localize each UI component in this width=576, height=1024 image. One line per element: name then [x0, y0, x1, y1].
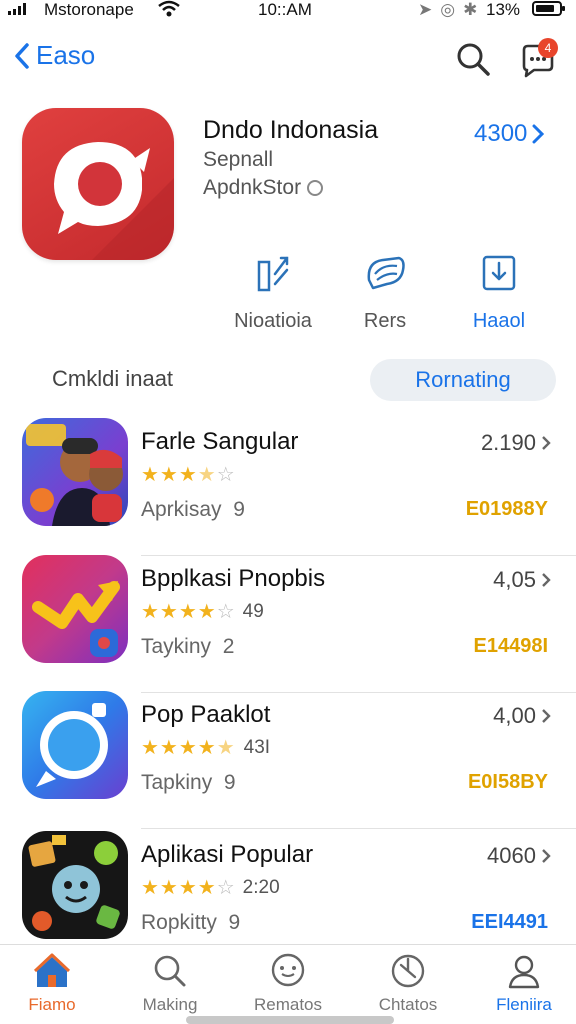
- search-button[interactable]: [454, 40, 492, 78]
- back-button[interactable]: Easo: [14, 40, 95, 71]
- chevron-right-icon: [542, 436, 551, 450]
- notification-badge: 4: [538, 38, 558, 58]
- person-icon: [508, 955, 540, 989]
- status-icons: ➤ ◎ ✱: [418, 0, 477, 20]
- app-count: 2.190: [481, 430, 552, 456]
- app-store-label: ApdnkStor: [203, 176, 324, 200]
- filter-pill[interactable]: Rornating: [370, 359, 556, 401]
- clock-time: 10::AM: [258, 0, 312, 19]
- carrier-name: Mstoronape: [44, 0, 134, 19]
- chevron-right-icon: [542, 709, 551, 723]
- search-icon: [154, 955, 186, 987]
- status-bar: Mstoronape 10::AM ➤ ◎ ✱ 13%: [0, 0, 576, 22]
- action-share[interactable]: Nioatioia: [218, 252, 328, 333]
- app-category: Tapkiny 9: [141, 771, 236, 794]
- list-item[interactable]: Bpplkasi Pnopbis ★★★★ ☆ 49 Taykiny 2 4,05 …: [0, 555, 576, 693]
- tab-label: Fiamo: [28, 995, 76, 1014]
- app-tag: E01988Y: [465, 498, 548, 520]
- app-count: 4,00: [493, 703, 552, 729]
- app-count: 4300: [474, 120, 528, 147]
- app-category: Aprkisay 9: [141, 498, 245, 521]
- app-name: Farle Sangular: [141, 428, 299, 455]
- app-title: Dndo Indonasia: [203, 116, 379, 144]
- search-icon: [457, 43, 490, 76]
- app-name: Aplikasi Popular: [141, 841, 314, 868]
- tab-label: Making: [142, 995, 198, 1014]
- action-row: Nioatioia Rers Haaol: [0, 252, 576, 342]
- info-icon[interactable]: [307, 180, 324, 196]
- app-category: Ropkitty 9: [141, 911, 241, 934]
- action-label: Nioatioia: [234, 310, 312, 332]
- app-thumbnail: [22, 418, 128, 526]
- section-title: Cmkldi inaat: [52, 366, 174, 391]
- tab-label: Fleniira: [496, 995, 552, 1014]
- chevron-right-icon: [542, 573, 551, 587]
- wifi-icon: [158, 0, 180, 23]
- battery-icon: [532, 1, 565, 16]
- tab-updates[interactable]: Chtatos: [358, 953, 458, 1015]
- list-item[interactable]: Farle Sangular ★★★ ★ ☆ Aprkisay 9 2.190 E0…: [0, 418, 576, 556]
- star-rating: ★★★ ★ ☆: [141, 464, 235, 486]
- star-rating: ★★★★ ★ 43I: [141, 736, 271, 760]
- app-thumbnail: [22, 831, 128, 939]
- app-thumbnail: [22, 555, 128, 663]
- bluetooth-icon: ✱: [463, 0, 478, 19]
- chevron-left-icon: [15, 42, 29, 69]
- app-count: 4,05: [493, 567, 552, 593]
- app-thumbnail: [22, 691, 128, 799]
- tab-label: Rematos: [253, 995, 323, 1014]
- battery-percent: 13%: [486, 0, 521, 19]
- home-indicator[interactable]: [186, 1016, 394, 1024]
- clock-icon: [391, 954, 425, 988]
- chevron-right-icon: [532, 124, 545, 144]
- alarm-icon: ◎: [440, 0, 456, 19]
- app-developer: Sepnall: [203, 148, 274, 171]
- tab-profile[interactable]: Fleniira: [474, 953, 574, 1015]
- app-icon: [22, 108, 174, 260]
- tab-label: Chtatos: [378, 995, 438, 1014]
- app-tag: E14498I: [473, 635, 548, 657]
- list-item[interactable]: Pop Paaklot ★★★★ ★ 43I Tapkiny 9 4,00 E0I5…: [0, 691, 576, 829]
- notifications-button[interactable]: 4: [518, 38, 558, 80]
- nav-bar: Easo 4: [0, 36, 576, 86]
- divider: [141, 828, 576, 829]
- app-name: Bpplkasi Pnopbis: [141, 565, 326, 592]
- action-download[interactable]: Haaol: [444, 252, 554, 333]
- app-store-text: ApdnkStor: [203, 176, 302, 199]
- chevron-right-icon: [542, 849, 551, 863]
- star-rating: ★★★★ ☆ 2:20: [141, 876, 280, 900]
- tab-bar: Fiamo Making Rematos Chtatos Fleniira: [0, 944, 576, 1024]
- app-name: Pop Paaklot: [141, 701, 271, 728]
- star-rating: ★★★★ ☆ 49: [141, 600, 264, 624]
- app-count: 4060: [487, 843, 552, 869]
- action-label: Haaol: [472, 310, 526, 332]
- tab-search[interactable]: Making: [120, 953, 220, 1015]
- action-rate[interactable]: Rers: [330, 252, 440, 333]
- action-label: Rers: [363, 310, 407, 332]
- tab-messages[interactable]: Rematos: [238, 953, 338, 1015]
- app-tag: EEI4491: [471, 911, 548, 933]
- home-icon: [33, 953, 71, 987]
- tab-home[interactable]: Fiamo: [2, 953, 102, 1015]
- app-count-link[interactable]: 4300: [474, 120, 545, 148]
- location-icon: ➤: [418, 0, 433, 19]
- app-tag: E0I58BY: [467, 771, 548, 793]
- chat-icon: [271, 953, 305, 987]
- back-label: Easo: [36, 40, 96, 70]
- signal-icon: [8, 3, 26, 15]
- chat-icon: [367, 256, 405, 290]
- app-category: Taykiny 2: [141, 635, 235, 658]
- download-icon: [482, 255, 516, 291]
- share-icon: [257, 256, 289, 292]
